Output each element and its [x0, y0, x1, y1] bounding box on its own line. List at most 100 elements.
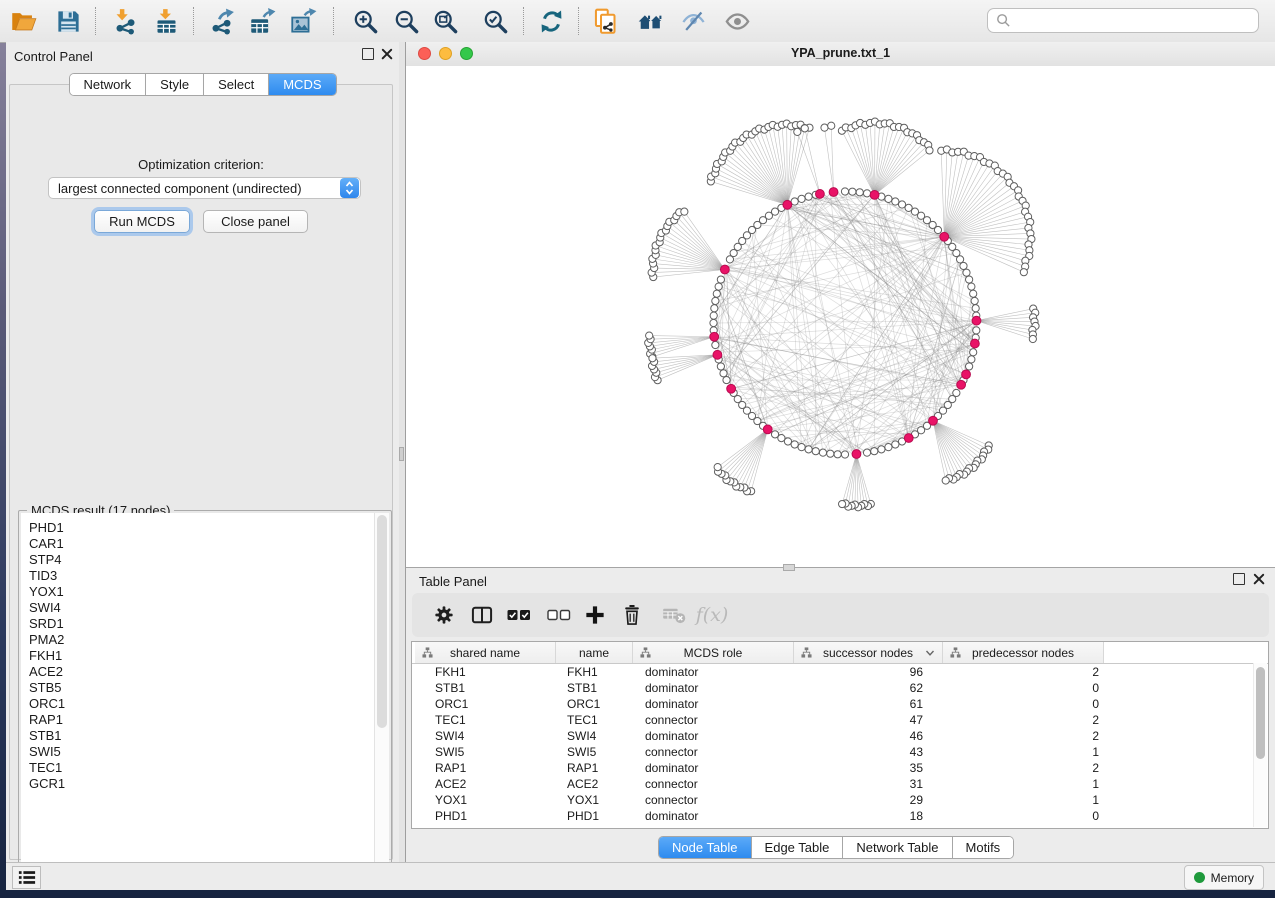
deselect-all-icon[interactable]	[542, 593, 576, 637]
optimization-criterion-select[interactable]: largest connected component (undirected)	[48, 177, 361, 199]
mcds-hub-node[interactable]	[763, 425, 772, 434]
mcds-result-item[interactable]: YOX1	[29, 584, 389, 600]
close-panel-button[interactable]: Close panel	[203, 210, 308, 233]
column-header-name[interactable]: name	[556, 642, 633, 663]
table-row[interactable]: YOX1YOX1connector291	[412, 792, 1268, 808]
export-network-icon[interactable]	[204, 4, 238, 38]
list-scrollbar-thumb[interactable]	[377, 515, 387, 728]
tab-style[interactable]: Style	[145, 74, 203, 95]
mcds-hub-node[interactable]	[816, 190, 825, 199]
column-header-mcds-role[interactable]: MCDS role	[633, 642, 794, 663]
delete-table-icon[interactable]	[657, 593, 691, 637]
table-row[interactable]: SWI5SWI5connector431	[412, 744, 1268, 760]
tab-mcds[interactable]: MCDS	[268, 74, 335, 95]
list-scrollbar[interactable]	[374, 513, 389, 881]
mcds-result-item[interactable]: CAR1	[29, 536, 389, 552]
mcds-result-item[interactable]: SWI4	[29, 600, 389, 616]
mcds-hub-node[interactable]	[720, 265, 729, 274]
mcds-hub-node[interactable]	[727, 384, 736, 393]
function-builder-icon[interactable]: f(x)	[695, 593, 729, 637]
export-image-icon[interactable]	[286, 4, 320, 38]
table-row[interactable]: PHD1PHD1dominator180	[412, 808, 1268, 824]
mcds-result-item[interactable]: RAP1	[29, 712, 389, 728]
zoom-in-icon[interactable]	[348, 4, 382, 38]
panel-divider[interactable]	[399, 42, 406, 862]
duplicate-network-icon[interactable]	[588, 4, 622, 38]
memory-button[interactable]: Memory	[1184, 865, 1264, 890]
float-table-panel-icon[interactable]	[1233, 573, 1245, 585]
first-neighbors-icon[interactable]	[633, 4, 667, 38]
mcds-result-item[interactable]: TID3	[29, 568, 389, 584]
mcds-result-item[interactable]: TEC1	[29, 760, 389, 776]
zoom-selected-icon[interactable]	[478, 4, 512, 38]
run-mcds-button[interactable]: Run MCDS	[94, 210, 190, 233]
search-input[interactable]	[1017, 12, 1250, 29]
mcds-hub-node[interactable]	[970, 339, 979, 348]
table-row[interactable]: TEC1TEC1connector472	[412, 712, 1268, 728]
open-file-icon[interactable]	[6, 4, 40, 38]
mcds-hub-node[interactable]	[962, 370, 971, 379]
mcds-result-item[interactable]: ACE2	[29, 664, 389, 680]
mcds-hub-node[interactable]	[710, 332, 719, 341]
column-header-successor-nodes[interactable]: successor nodes	[794, 642, 943, 663]
mcds-result-item[interactable]: SWI5	[29, 744, 389, 760]
zoom-fit-icon[interactable]	[428, 4, 462, 38]
table-row[interactable]: ACE2ACE2connector311	[412, 776, 1268, 792]
mcds-hub-node[interactable]	[904, 434, 913, 443]
table-scrollbar[interactable]	[1253, 663, 1267, 827]
mcds-hub-node[interactable]	[957, 380, 966, 389]
save-session-icon[interactable]	[51, 4, 85, 38]
column-header-shared-name[interactable]: shared name	[415, 642, 556, 663]
mcds-hub-node[interactable]	[940, 232, 949, 241]
close-table-panel-icon[interactable]	[1253, 573, 1265, 585]
network-canvas[interactable]	[406, 66, 1275, 567]
hide-selected-icon[interactable]	[676, 4, 710, 38]
mcds-result-item[interactable]: ORC1	[29, 696, 389, 712]
select-all-icon[interactable]	[502, 593, 536, 637]
mcds-result-item[interactable]: FKH1	[29, 648, 389, 664]
mcds-result-item[interactable]: PMA2	[29, 632, 389, 648]
table-row[interactable]: STB1STB1dominator620	[412, 680, 1268, 696]
import-table-icon[interactable]	[149, 4, 183, 38]
export-table-icon[interactable]	[245, 4, 279, 38]
task-history-button[interactable]	[12, 866, 41, 889]
delete-column-icon[interactable]	[615, 593, 649, 637]
mcds-hub-node[interactable]	[713, 350, 722, 359]
table-row[interactable]: FKH1FKH1dominator962	[412, 664, 1268, 680]
refresh-icon[interactable]	[534, 4, 568, 38]
tab-motifs[interactable]: Motifs	[952, 837, 1014, 858]
mcds-result-item[interactable]: GCR1	[29, 776, 389, 792]
tab-edge-table[interactable]: Edge Table	[751, 837, 843, 858]
divider-grip[interactable]	[399, 447, 404, 461]
horizontal-divider-grip[interactable]	[783, 564, 795, 571]
import-network-icon[interactable]	[108, 4, 142, 38]
split-view-icon[interactable]	[465, 593, 499, 637]
add-column-icon[interactable]	[578, 593, 612, 637]
settings-icon[interactable]	[427, 593, 461, 637]
float-panel-icon[interactable]	[362, 48, 374, 60]
mcds-hub-node[interactable]	[829, 188, 838, 197]
mcds-result-item[interactable]: STB5	[29, 680, 389, 696]
mcds-hub-node[interactable]	[972, 316, 981, 325]
mcds-result-item[interactable]: STB1	[29, 728, 389, 744]
table-row[interactable]: ORC1ORC1dominator610	[412, 696, 1268, 712]
mcds-hub-node[interactable]	[929, 416, 938, 425]
tab-network[interactable]: Network	[69, 74, 145, 95]
show-all-icon[interactable]	[720, 4, 754, 38]
mcds-result-item[interactable]: PHD1	[29, 520, 389, 536]
zoom-out-icon[interactable]	[389, 4, 423, 38]
table-row[interactable]: SWI4SWI4dominator462	[412, 728, 1268, 744]
table-scrollbar-thumb[interactable]	[1256, 667, 1265, 759]
tab-select[interactable]: Select	[203, 74, 268, 95]
close-panel-icon[interactable]	[381, 48, 393, 60]
tab-network-table[interactable]: Network Table	[842, 837, 951, 858]
mcds-result-item[interactable]: SRD1	[29, 616, 389, 632]
mcds-hub-node[interactable]	[870, 190, 879, 199]
mcds-hub-node[interactable]	[783, 200, 792, 209]
network-graph[interactable]	[406, 66, 1275, 567]
search-field[interactable]	[987, 8, 1259, 33]
tab-node-table[interactable]: Node Table	[659, 837, 751, 858]
mcds-hub-node[interactable]	[852, 450, 861, 459]
column-header-predecessor-nodes[interactable]: predecessor nodes	[943, 642, 1104, 663]
table-row[interactable]: RAP1RAP1dominator352	[412, 760, 1268, 776]
